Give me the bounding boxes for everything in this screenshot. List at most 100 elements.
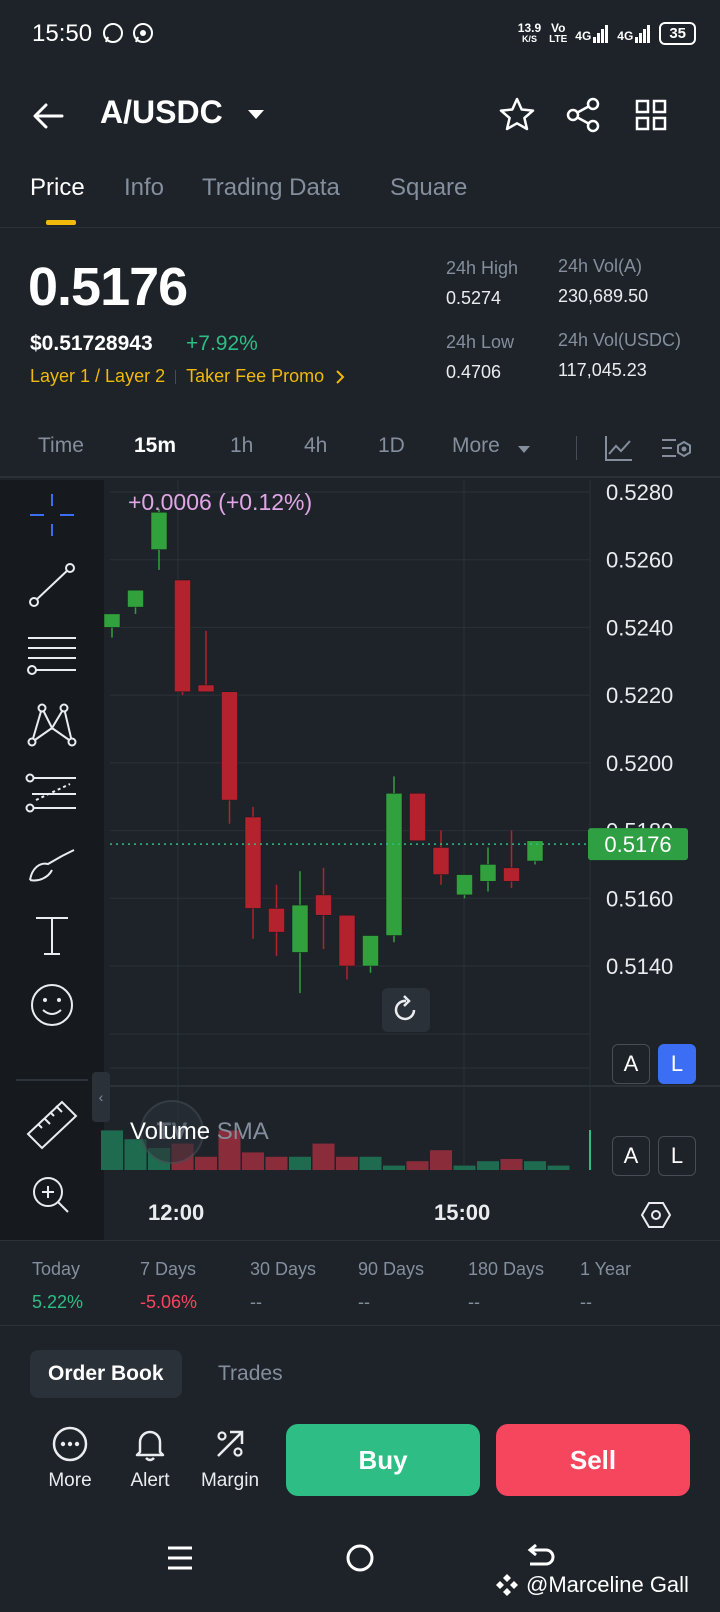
share-icon[interactable] [564, 96, 602, 134]
status-bar: 15:50 13.9 K/S Vo LTE 4G 4G 35 [0, 0, 720, 72]
chevron-right-icon[interactable] [334, 369, 346, 385]
candle-body [150, 512, 168, 550]
tf-4h[interactable]: 4h [304, 434, 327, 458]
more-label: More [48, 1470, 92, 1491]
indicator-chart-icon[interactable] [604, 434, 634, 462]
perf-label: 30 Days [250, 1259, 317, 1279]
tab-trading-data[interactable]: Trading Data [202, 174, 340, 202]
auto-scale-button[interactable]: A [612, 1044, 650, 1084]
candle-body [338, 914, 356, 967]
candle-body [221, 691, 238, 801]
price-change-percent: +7.92% [186, 332, 258, 355]
buy-button[interactable]: Buy [286, 1424, 480, 1496]
chart-settings-icon[interactable] [660, 434, 692, 462]
perf-value: -- [468, 1292, 480, 1312]
tab-price[interactable]: Price [30, 174, 85, 202]
star-icon[interactable] [498, 96, 536, 134]
volume-log-button[interactable]: L [658, 1136, 696, 1176]
volume-bar [406, 1161, 429, 1170]
price-tick: 0.5140 [606, 954, 673, 979]
recent-apps-icon[interactable] [166, 1544, 194, 1572]
low-label: 24h Low [446, 332, 515, 352]
price-tick: 0.5200 [606, 751, 673, 776]
current-price-text: 0.5176 [604, 832, 671, 857]
perf-7d: 7 Days -5.06% [140, 1259, 197, 1313]
tab-trades[interactable]: Trades [200, 1350, 301, 1398]
margin-icon [217, 1430, 244, 1457]
volume-sma: SMA [216, 1118, 269, 1145]
candlestick-chart[interactable]: 0.52800.52600.52400.52200.52000.51800.51… [0, 480, 720, 1240]
perf-value: -- [358, 1292, 370, 1312]
last-price: 0.5176 [28, 257, 188, 317]
perf-label: 90 Days [358, 1259, 425, 1279]
tf-15m[interactable]: 15m [134, 434, 176, 458]
volume-bar [195, 1156, 217, 1170]
candle-body [127, 589, 144, 608]
tab-square[interactable]: Square [390, 174, 467, 202]
back-arrow-icon[interactable] [30, 98, 66, 134]
tf-time[interactable]: Time [38, 434, 84, 458]
perf-label: 180 Days [468, 1259, 545, 1279]
perf-value: -- [580, 1292, 592, 1312]
active-tab-indicator [46, 220, 76, 225]
log-scale-button[interactable]: L [658, 1044, 696, 1084]
perf-value: -- [250, 1292, 262, 1312]
margin-label: Margin [200, 1470, 260, 1491]
refresh-icon [394, 995, 416, 1021]
tab-order-book[interactable]: Order Book [30, 1350, 182, 1398]
tag-separator [175, 369, 177, 384]
tf-1h[interactable]: 1h [230, 434, 253, 458]
back-nav-icon[interactable] [524, 1542, 556, 1574]
tag-layer[interactable]: Layer 1 / Layer 2 [30, 366, 165, 387]
candles [103, 508, 544, 994]
more-button[interactable]: More [30, 1424, 110, 1492]
candle-body [385, 793, 403, 936]
more-dots-icon [52, 1426, 88, 1462]
home-icon[interactable] [344, 1542, 376, 1574]
volume-bar [453, 1165, 476, 1170]
price-tick: 0.5260 [606, 548, 673, 573]
vol-usdc-label: 24h Vol(USDC) [558, 330, 682, 350]
tf-1d[interactable]: 1D [378, 434, 405, 458]
tf-separator [576, 436, 577, 460]
perf-value: 5.22% [32, 1292, 84, 1312]
volume-bar [383, 1165, 405, 1170]
status-right: 13.9 K/S Vo LTE 4G 4G 35 [518, 22, 696, 45]
more-dropdown-icon[interactable] [518, 446, 530, 453]
volume-title: Volume [130, 1118, 211, 1145]
margin-button[interactable]: Margin [190, 1424, 270, 1492]
perf-label: Today [32, 1259, 81, 1279]
signal-bars-icon [635, 24, 651, 43]
system-nav-bar [0, 1520, 720, 1612]
vol-a-label: 24h Vol(A) [558, 256, 643, 276]
pair-title[interactable]: A/USDC [100, 94, 223, 131]
vol-usdc-value: 117,045.23 [558, 360, 647, 380]
volume-bar [524, 1161, 546, 1170]
tag-taker-fee-promo[interactable]: Taker Fee Promo [186, 366, 324, 387]
lte-label: LTE [549, 33, 568, 45]
net-speed-unit: K/S [521, 33, 537, 44]
watermark-text: @Marceline Gall [526, 1572, 689, 1597]
candle-body [315, 894, 332, 916]
candle-body [268, 908, 285, 933]
sell-button[interactable]: Sell [496, 1424, 690, 1496]
alert-label: Alert [130, 1470, 170, 1491]
alert-button[interactable]: Alert [110, 1424, 190, 1492]
candle-body [456, 874, 473, 896]
perf-180d: 180 Days -- [468, 1259, 544, 1313]
volume-auto-button[interactable]: A [612, 1136, 650, 1176]
high-label: 24h High [446, 258, 519, 278]
status-notification-icons [102, 22, 154, 44]
reset-chart-button[interactable] [382, 988, 430, 1032]
volume-bar [265, 1156, 288, 1170]
signal-2: 4G [617, 24, 651, 43]
tab-info[interactable]: Info [124, 174, 164, 202]
signal-2-label: 4G [617, 28, 634, 43]
tf-more[interactable]: More [452, 434, 500, 458]
usd-price: $0.51728943 [30, 332, 153, 355]
bell-icon [135, 1430, 165, 1462]
grid-menu-icon[interactable] [634, 98, 668, 132]
pair-dropdown-icon[interactable] [248, 110, 264, 119]
chart-config-icon[interactable] [640, 1200, 672, 1230]
net-speed-value: 13.9 [517, 20, 542, 35]
